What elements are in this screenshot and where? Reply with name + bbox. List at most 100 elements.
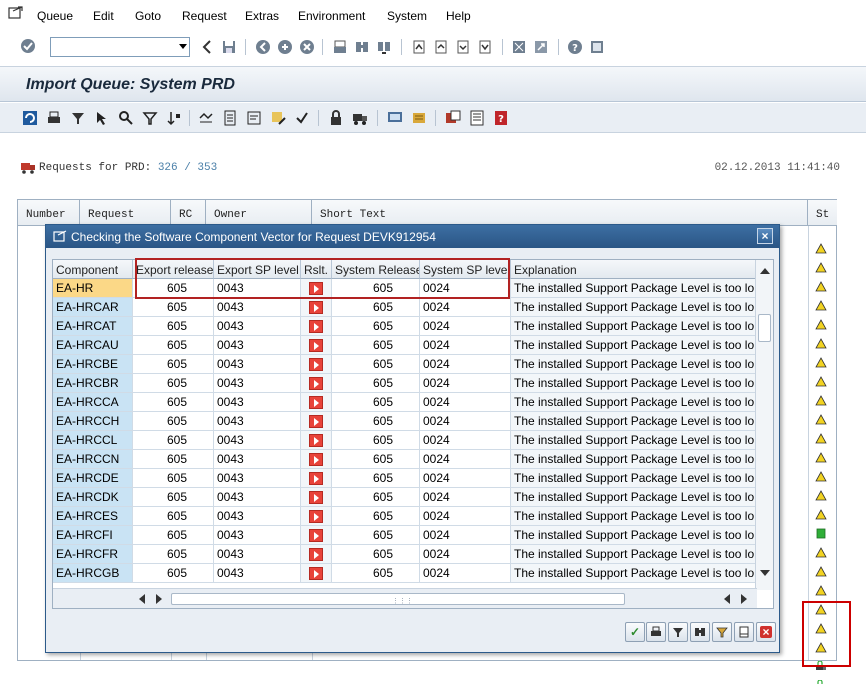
explanation-cell[interactable]: The installed Support Package Level is t…	[511, 317, 757, 336]
export-sp-level-cell[interactable]: 0043	[214, 469, 301, 488]
component-cell[interactable]: EA-HRCDE	[53, 469, 133, 488]
refresh-icon[interactable]	[22, 110, 38, 126]
result-cell[interactable]	[301, 298, 332, 317]
component-cell[interactable]: EA-HRCCH	[53, 412, 133, 431]
import-icon[interactable]	[445, 110, 461, 126]
system-sp-level-cell[interactable]: 0024	[420, 526, 511, 545]
cancel-icon[interactable]	[299, 39, 315, 55]
scroll-up-icon[interactable]	[760, 268, 770, 274]
error-result-icon[interactable]	[309, 567, 323, 580]
lock-icon[interactable]	[328, 110, 344, 126]
close-icon[interactable]: ×	[757, 228, 773, 244]
warning-icon[interactable]	[815, 547, 827, 558]
command-field[interactable]	[50, 37, 190, 57]
explanation-cell[interactable]: The installed Support Package Level is t…	[511, 355, 757, 374]
lock-truck-icon[interactable]	[815, 680, 827, 684]
new-session-icon[interactable]	[511, 39, 527, 55]
export-release-cell[interactable]: 605	[133, 355, 214, 374]
component-cell[interactable]: EA-HRCGB	[53, 564, 133, 583]
export-sp-level-cell[interactable]: 0043	[214, 279, 301, 298]
horizontal-scroll-thumb[interactable]: ⋮⋮⋮	[171, 593, 625, 605]
export-sp-level-cell[interactable]: 0043	[214, 545, 301, 564]
export-release-cell[interactable]: 605	[133, 469, 214, 488]
set-filter-button[interactable]	[712, 622, 732, 642]
export-sp-level-cell[interactable]: 0043	[214, 355, 301, 374]
result-cell[interactable]	[301, 488, 332, 507]
warning-icon[interactable]	[815, 585, 827, 596]
funnel-icon[interactable]	[142, 110, 158, 126]
menu-goto[interactable]: Goto	[135, 9, 161, 23]
success-icon[interactable]	[815, 528, 827, 539]
error-result-icon[interactable]	[309, 301, 323, 314]
document-icon[interactable]	[222, 110, 238, 126]
component-cell[interactable]: EA-HR	[53, 279, 133, 298]
grid-header-export-sp-level[interactable]: Export SP level	[214, 260, 301, 279]
export-sp-level-cell[interactable]: 0043	[214, 488, 301, 507]
error-result-icon[interactable]	[309, 339, 323, 352]
export-release-cell[interactable]: 605	[133, 279, 214, 298]
result-cell[interactable]	[301, 450, 332, 469]
error-result-icon[interactable]	[309, 472, 323, 485]
edit-icon[interactable]	[270, 110, 286, 126]
layout-menu-icon[interactable]	[589, 39, 605, 55]
table-row[interactable]: EA-HRCAT 605 0043 605 0024 The installed Supp…	[53, 317, 757, 336]
export-release-cell[interactable]: 605	[133, 488, 214, 507]
system-sp-level-cell[interactable]: 0024	[420, 488, 511, 507]
result-cell[interactable]	[301, 279, 332, 298]
warning-icon[interactable]	[815, 490, 827, 501]
export-release-cell[interactable]: 605	[133, 317, 214, 336]
export-sp-level-cell[interactable]: 0043	[214, 412, 301, 431]
system-release-cell[interactable]: 605	[332, 374, 420, 393]
explanation-cell[interactable]: The installed Support Package Level is t…	[511, 298, 757, 317]
explanation-cell[interactable]: The installed Support Package Level is t…	[511, 374, 757, 393]
component-cell[interactable]: EA-HRCAT	[53, 317, 133, 336]
export-sp-level-cell[interactable]: 0043	[214, 564, 301, 583]
error-result-icon[interactable]	[309, 548, 323, 561]
truck-icon[interactable]	[352, 110, 368, 126]
print-queue-icon[interactable]	[46, 110, 62, 126]
system-release-cell[interactable]: 605	[332, 355, 420, 374]
system-sp-level-cell[interactable]: 0024	[420, 469, 511, 488]
display-icon[interactable]	[387, 110, 403, 126]
table-row[interactable]: EA-HRCAU 605 0043 605 0024 The installed Supp…	[53, 336, 757, 355]
chevron-down-icon[interactable]	[179, 44, 187, 49]
grid-header-result[interactable]: Rslt.	[301, 260, 332, 279]
warning-icon[interactable]	[815, 452, 827, 463]
cancel-button[interactable]: ×	[756, 622, 776, 642]
component-cell[interactable]: EA-HRCBE	[53, 355, 133, 374]
table-row[interactable]: EA-HRCCN 605 0043 605 0024 The installed Supp…	[53, 450, 757, 469]
system-sp-level-cell[interactable]: 0024	[420, 374, 511, 393]
system-release-cell[interactable]: 605	[332, 393, 420, 412]
system-sp-level-cell[interactable]: 0024	[420, 298, 511, 317]
table-row[interactable]: EA-HR 605 0043 605 0024 The installed Support…	[53, 279, 757, 298]
system-sp-level-cell[interactable]: 0024	[420, 317, 511, 336]
result-cell[interactable]	[301, 545, 332, 564]
export-release-cell[interactable]: 605	[133, 450, 214, 469]
app-menu-icon[interactable]	[8, 6, 24, 20]
system-release-cell[interactable]: 605	[332, 336, 420, 355]
table-row[interactable]: EA-HRCCL 605 0043 605 0024 The installed Supp…	[53, 431, 757, 450]
table-row[interactable]: EA-HRCBE 605 0043 605 0024 The installed Supp…	[53, 355, 757, 374]
column-header-request[interactable]: Request	[80, 200, 171, 226]
column-header-short-text[interactable]: Short Text	[312, 200, 808, 226]
explanation-cell[interactable]: The installed Support Package Level is t…	[511, 412, 757, 431]
error-result-icon[interactable]	[309, 320, 323, 333]
explanation-cell[interactable]: The installed Support Package Level is t…	[511, 393, 757, 412]
explanation-cell[interactable]: The installed Support Package Level is t…	[511, 507, 757, 526]
scroll-thumb[interactable]	[758, 314, 771, 342]
system-sp-level-cell[interactable]: 0024	[420, 412, 511, 431]
export-sp-level-cell[interactable]: 0043	[214, 336, 301, 355]
export-sp-level-cell[interactable]: 0043	[214, 393, 301, 412]
component-cell[interactable]: EA-HRCBR	[53, 374, 133, 393]
component-cell[interactable]: EA-HRCDK	[53, 488, 133, 507]
export-sp-level-cell[interactable]: 0043	[214, 450, 301, 469]
table-row[interactable]: EA-HRCBR 605 0043 605 0024 The installed Supp…	[53, 374, 757, 393]
find-icon[interactable]	[354, 39, 370, 55]
system-sp-level-cell[interactable]: 0024	[420, 279, 511, 298]
filter-button[interactable]	[668, 622, 688, 642]
column-header-number[interactable]: Number	[18, 200, 80, 226]
explanation-cell[interactable]: The installed Support Package Level is t…	[511, 450, 757, 469]
menu-environment[interactable]: Environment	[298, 9, 365, 23]
explanation-cell[interactable]: The installed Support Package Level is t…	[511, 526, 757, 545]
system-release-cell[interactable]: 605	[332, 526, 420, 545]
